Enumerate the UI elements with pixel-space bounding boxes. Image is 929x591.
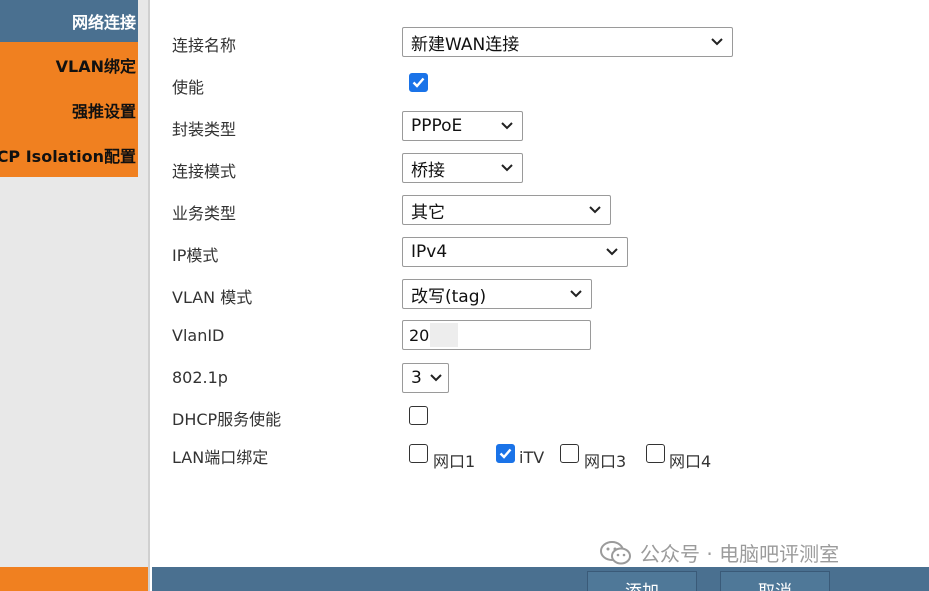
port-3-label: 网口3 xyxy=(584,452,627,471)
priority-label: 802.1p xyxy=(172,368,228,387)
sidebar-item-force-push[interactable]: 强推设置 xyxy=(0,87,138,132)
sidebar-item-vlan-binding[interactable]: VLAN绑定 xyxy=(0,42,138,87)
connection-name-select[interactable]: 新建WAN连接 xyxy=(402,27,733,57)
encapsulation-value: PPPoE xyxy=(411,116,463,136)
vlan-mode-label: VLAN 模式 xyxy=(172,288,253,307)
sidebar-item-label: VLAN绑定 xyxy=(55,56,136,76)
bottom-action-bar: 添加 取消 xyxy=(152,567,929,591)
chevron-down-icon xyxy=(589,206,601,214)
chevron-down-icon xyxy=(430,374,442,382)
sidebar-item-label: CP Isolation配置 xyxy=(0,146,136,166)
sidebar: 网络连接 VLAN绑定 强推设置 CP Isolation配置 xyxy=(0,0,150,591)
service-type-value: 其它 xyxy=(411,202,445,223)
dhcp-enable-checkbox[interactable] xyxy=(409,406,428,425)
chevron-down-icon xyxy=(711,38,723,46)
watermark: 公众号 · 电脑吧评测室 xyxy=(600,538,839,567)
wechat-icon xyxy=(600,540,631,564)
sidebar-item-label: 强推设置 xyxy=(71,101,136,121)
cancel-button[interactable]: 取消 xyxy=(720,571,830,591)
vlan-id-label: VlanID xyxy=(172,326,225,345)
sidebar-bottom-strip xyxy=(0,567,148,591)
chevron-down-icon xyxy=(501,122,513,130)
connection-name-label: 连接名称 xyxy=(172,36,237,55)
redacted-digits xyxy=(430,323,459,347)
ip-mode-label: IP模式 xyxy=(172,246,219,265)
vlan-id-input[interactable]: 20 xyxy=(402,320,591,350)
service-type-select[interactable]: 其它 xyxy=(402,195,611,225)
priority-value: 3 xyxy=(411,368,422,388)
watermark-text: 公众号 · 电脑吧评测室 xyxy=(640,542,840,566)
chevron-down-icon xyxy=(606,248,618,256)
connection-name-value: 新建WAN连接 xyxy=(411,34,520,55)
dhcp-enable-label: DHCP服务使能 xyxy=(172,410,282,429)
vlan-mode-value: 改写(tag) xyxy=(411,286,487,307)
encapsulation-select[interactable]: PPPoE xyxy=(402,111,523,141)
encapsulation-label: 封装类型 xyxy=(172,120,237,139)
port-1-label: 网口1 xyxy=(433,452,476,471)
checkmark-icon xyxy=(499,448,512,459)
port-4-checkbox[interactable] xyxy=(646,444,665,463)
add-button-label: 添加 xyxy=(625,577,659,591)
chevron-down-icon xyxy=(570,290,582,298)
lan-binding-label: LAN端口绑定 xyxy=(172,448,269,467)
vlan-id-value: 20 xyxy=(409,325,430,345)
enable-label: 使能 xyxy=(172,78,205,97)
checkmark-icon xyxy=(412,77,425,88)
sidebar-item-cp-isolation[interactable]: CP Isolation配置 xyxy=(0,132,138,177)
enable-checkbox[interactable] xyxy=(409,73,428,92)
connection-mode-value: 桥接 xyxy=(411,160,445,181)
port-3-checkbox[interactable] xyxy=(560,444,579,463)
itv-label: iTV xyxy=(519,448,545,467)
service-type-label: 业务类型 xyxy=(172,204,237,223)
itv-checkbox[interactable] xyxy=(496,444,515,463)
cancel-button-label: 取消 xyxy=(758,577,792,591)
connection-mode-select[interactable]: 桥接 xyxy=(402,153,523,183)
ip-mode-value: IPv4 xyxy=(411,242,448,262)
add-button[interactable]: 添加 xyxy=(587,571,697,591)
connection-mode-label: 连接模式 xyxy=(172,162,237,181)
wan-connection-form: 连接名称 新建WAN连接 使能 封装类型 PPPoE 连接模式 桥接 业务类型 … xyxy=(152,0,929,567)
port-4-label: 网口4 xyxy=(669,452,712,471)
sidebar-item-label: 网络连接 xyxy=(71,13,136,32)
vlan-mode-select[interactable]: 改写(tag) xyxy=(402,279,592,309)
sidebar-item-network-connection[interactable]: 网络连接 xyxy=(0,0,138,42)
ip-mode-select[interactable]: IPv4 xyxy=(402,237,628,267)
port-1-checkbox[interactable] xyxy=(409,444,428,463)
priority-select[interactable]: 3 xyxy=(402,363,449,393)
chevron-down-icon xyxy=(501,164,513,172)
